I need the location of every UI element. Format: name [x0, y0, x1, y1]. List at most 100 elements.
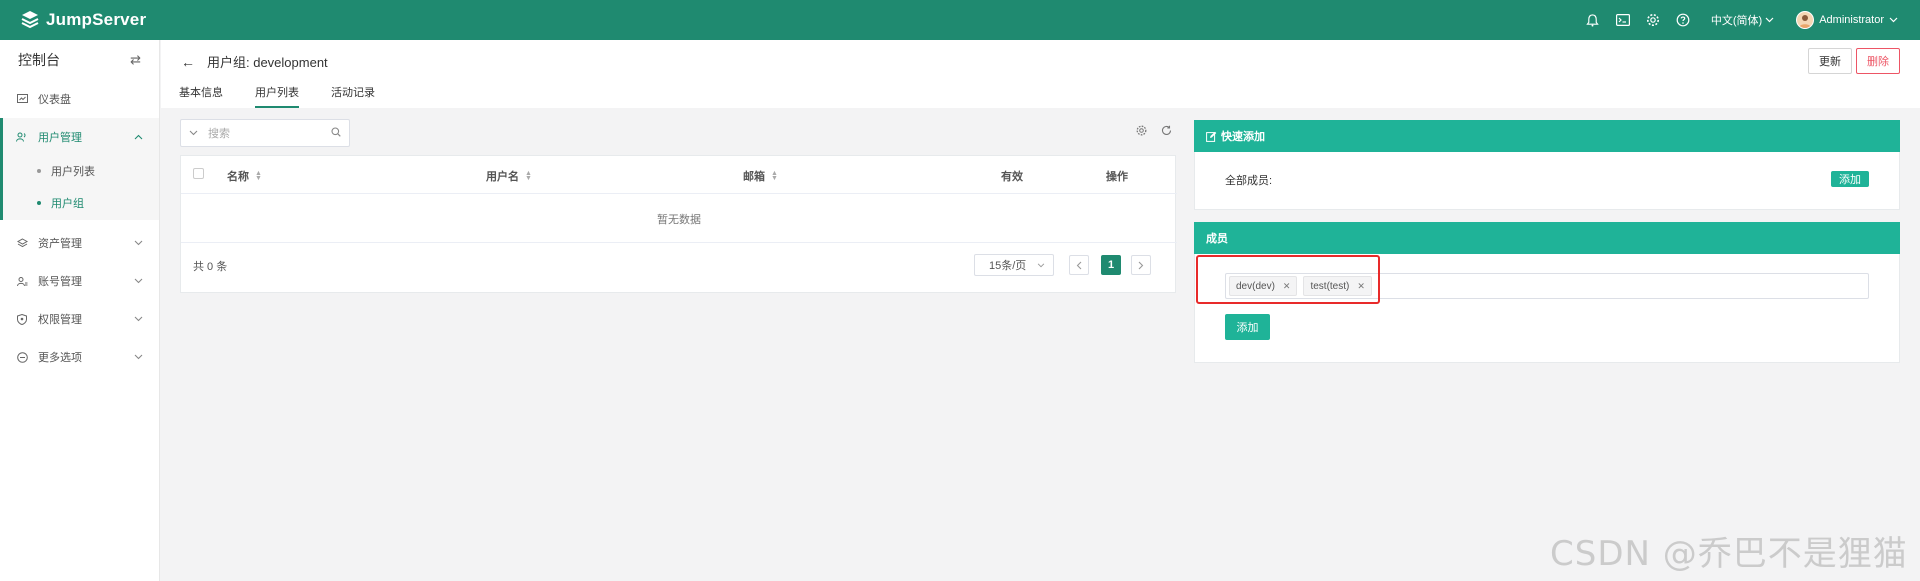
page-size-select[interactable]: 15条/页	[974, 254, 1054, 276]
add-member-button[interactable]: 添加	[1225, 314, 1270, 340]
column-label: 用户名	[486, 171, 519, 183]
bullet-icon	[37, 201, 41, 205]
watermark: CSDN @乔巴不是狸猫	[1550, 534, 1908, 574]
search-box[interactable]: 搜索	[180, 119, 350, 147]
chevron-down-icon	[1765, 14, 1774, 26]
sidebar-item-permission-management[interactable]: 权限管理	[0, 300, 159, 338]
refresh-icon[interactable]	[1161, 125, 1172, 139]
edit-icon	[1206, 131, 1217, 142]
table-header: 名称 ▲ ▼ 用户名 ▲ ▼ 邮箱 ▲ ▼ 有效 操作	[181, 156, 1177, 194]
bullet-icon	[37, 169, 41, 173]
add-all-members-button[interactable]: 添加	[1831, 171, 1869, 187]
settings-icon[interactable]	[1136, 125, 1147, 139]
user-menu[interactable]: Administrator	[1796, 11, 1898, 29]
page-title-text: 用户组: development	[207, 55, 328, 70]
column-label: 名称	[227, 171, 249, 183]
jumpserver-logo-icon	[21, 11, 39, 29]
sidebar-title: 控制台	[18, 52, 60, 68]
chevron-down-icon	[134, 237, 143, 249]
sidebar-item-label: 资产管理	[38, 238, 82, 250]
tab-basic-info[interactable]: 基本信息	[179, 84, 223, 108]
column-header-username[interactable]: 用户名 ▲ ▼	[486, 168, 532, 184]
sidebar-subitem-label: 用户列表	[51, 166, 95, 178]
column-label: 有效	[1001, 171, 1023, 183]
sidebar-item-label: 更多选项	[38, 352, 82, 364]
avatar	[1796, 11, 1815, 29]
empty-state: 暂无数据	[181, 195, 1177, 243]
chevron-down-icon	[134, 275, 143, 287]
quick-add-header: 快速添加	[1194, 120, 1900, 152]
members-title: 成员	[1206, 233, 1228, 245]
more-icon	[16, 351, 28, 363]
chevron-down-icon[interactable]	[189, 127, 198, 139]
sidebar-subitem-label: 用户组	[51, 198, 84, 210]
language-label: 中文(简体)	[1710, 15, 1763, 27]
chevron-down-icon	[134, 351, 143, 363]
users-icon	[16, 132, 28, 142]
column-header-name[interactable]: 名称 ▲ ▼	[227, 168, 262, 184]
table-toolbar	[1136, 125, 1172, 139]
sidebar-item-user-management[interactable]: 用户管理	[3, 118, 159, 156]
help-icon[interactable]	[1675, 12, 1691, 28]
checkbox[interactable]	[193, 168, 204, 179]
sidebar-item-label: 账号管理	[38, 276, 82, 288]
terminal-icon[interactable]	[1615, 12, 1631, 28]
sidebar-group-user-management: 用户管理 用户列表 用户组	[0, 118, 159, 220]
quick-add-title: 快速添加	[1221, 131, 1265, 143]
page-size-value: 15条/页	[989, 260, 1027, 272]
column-label: 邮箱	[743, 171, 765, 183]
page-number-current[interactable]: 1	[1101, 255, 1121, 275]
dashboard-icon	[16, 94, 28, 104]
app-name: JumpServer	[46, 10, 147, 29]
layers-icon	[16, 237, 28, 249]
arrow-left-icon[interactable]: ←	[181, 54, 195, 70]
account-icon	[16, 276, 28, 287]
delete-button[interactable]: 删除	[1856, 48, 1900, 74]
sidebar-item-label: 用户管理	[38, 132, 82, 144]
column-header-active: 有效	[1001, 168, 1023, 184]
select-all-checkbox[interactable]	[193, 168, 204, 179]
chevron-up-icon	[134, 131, 143, 143]
switch-view-icon[interactable]: ⇄	[130, 52, 141, 68]
tab-activity-log[interactable]: 活动记录	[331, 84, 375, 108]
chevron-down-icon	[1037, 259, 1045, 271]
quick-add-body: 全部成员: 添加	[1194, 152, 1900, 210]
sidebar-item-asset-management[interactable]: 资产管理	[0, 224, 159, 262]
all-members-label: 全部成员:	[1225, 175, 1273, 187]
column-header-email[interactable]: 邮箱 ▲ ▼	[743, 168, 778, 184]
sort-icon[interactable]: ▲ ▼	[771, 170, 778, 182]
column-header-actions: 操作	[1106, 168, 1128, 184]
user-table-card: 名称 ▲ ▼ 用户名 ▲ ▼ 邮箱 ▲ ▼ 有效 操作 暂无数据 共 0 条 15条/…	[180, 155, 1177, 293]
chevron-down-icon	[134, 313, 143, 325]
sidebar-subitem-user-list[interactable]: 用户列表	[3, 156, 159, 186]
sidebar-subitem-user-group[interactable]: 用户组	[3, 186, 159, 220]
chevron-down-icon	[1889, 14, 1898, 26]
sidebar: 控制台 ⇄ 仪表盘 用户管理 用户列表 用户组 资产管理 账号管理 权限管理 更…	[0, 40, 160, 581]
sidebar-item-label: 仪表盘	[38, 94, 71, 106]
app-logo[interactable]: JumpServer	[0, 10, 146, 30]
update-button[interactable]: 更新	[1808, 48, 1852, 74]
bell-icon[interactable]	[1585, 12, 1601, 28]
chevron-right-icon	[1138, 261, 1144, 269]
sort-icon[interactable]: ▲ ▼	[255, 170, 262, 182]
gear-icon[interactable]	[1645, 12, 1661, 28]
sort-icon[interactable]: ▲ ▼	[525, 170, 532, 182]
column-label: 操作	[1106, 171, 1128, 183]
tab-bar: 基本信息 用户列表 活动记录	[179, 84, 375, 108]
search-icon[interactable]	[331, 126, 341, 140]
language-selector[interactable]: 中文(简体)	[1711, 12, 1774, 28]
total-count: 共 0 条	[193, 261, 228, 273]
chevron-left-icon	[1076, 261, 1082, 269]
search-input[interactable]: 搜索	[208, 125, 230, 141]
sidebar-item-account-management[interactable]: 账号管理	[0, 262, 159, 300]
prev-page-button[interactable]	[1069, 255, 1089, 275]
sidebar-header: 控制台 ⇄	[0, 40, 159, 80]
user-name: Administrator	[1819, 14, 1884, 26]
sidebar-item-label: 权限管理	[38, 314, 82, 326]
next-page-button[interactable]	[1131, 255, 1151, 275]
members-header: 成员	[1194, 222, 1900, 254]
sidebar-item-dashboard[interactable]: 仪表盘	[0, 80, 159, 118]
tab-user-list[interactable]: 用户列表	[255, 84, 299, 108]
sidebar-item-more-options[interactable]: 更多选项	[0, 338, 159, 376]
shield-icon	[16, 313, 28, 325]
